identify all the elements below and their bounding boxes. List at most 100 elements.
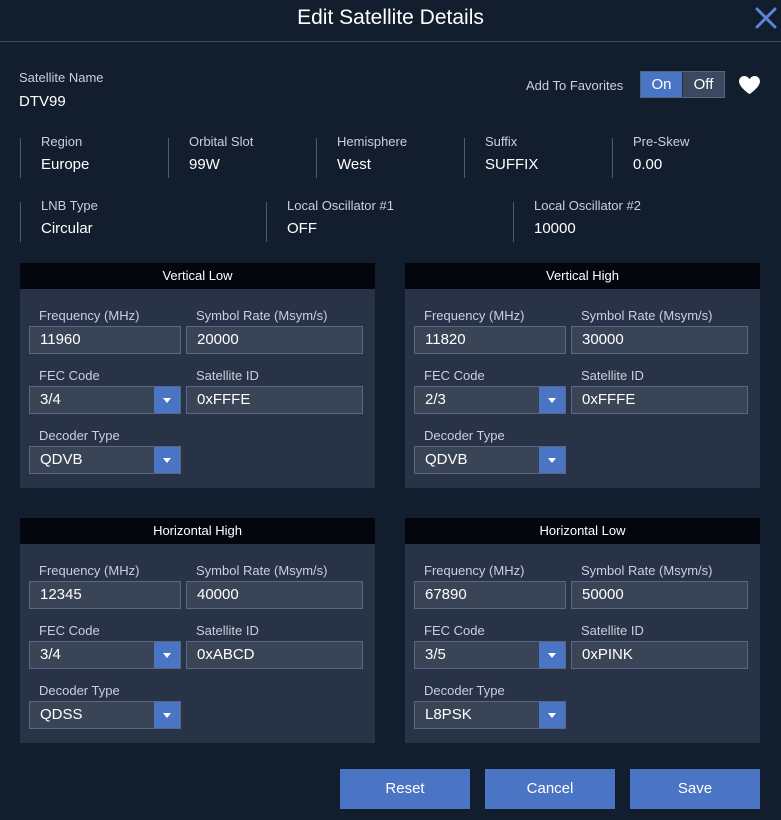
chevron-down-icon [163,458,171,463]
dropdown-button[interactable] [539,642,565,668]
reset-button[interactable]: Reset [340,769,470,809]
decoder-type-select[interactable]: L8PSK [414,701,566,729]
info-hemisphere: Hemisphere West [316,134,407,178]
panel-title: Horizontal Low [405,518,760,544]
local-oscillator-2-value: 10000 [534,220,576,237]
satellite-id-input[interactable]: 0xPINK [571,641,748,669]
satellite-id-input[interactable]: 0xFFFE [571,386,748,414]
suffix-value: SUFFIX [485,156,539,173]
decoder-type-select[interactable]: QDVB [414,446,566,474]
frequency-input[interactable]: 12345 [29,581,181,609]
frequency-label: Frequency (MHz) [424,563,525,578]
satellite-id-label: Satellite ID [581,368,644,383]
panel-vertical-low: Vertical Low Frequency (MHz) Symbol Rate… [20,263,375,488]
chevron-down-icon [548,398,556,403]
chevron-down-icon [548,713,556,718]
symbol-rate-label: Symbol Rate (Msym/s) [581,563,713,578]
dropdown-button[interactable] [154,642,180,668]
dropdown-button[interactable] [539,387,565,413]
decoder-type-select[interactable]: QDVB [29,446,181,474]
decoder-type-label: Decoder Type [424,683,505,698]
frequency-input[interactable]: 67890 [414,581,566,609]
panel-vertical-high: Vertical High Frequency (MHz) Symbol Rat… [405,263,760,488]
decoder-type-value: L8PSK [425,706,472,723]
decoder-type-select[interactable]: QDSS [29,701,181,729]
favorites-toggle[interactable]: On Off [640,71,725,98]
cancel-button[interactable]: Cancel [485,769,615,809]
panel-title: Horizontal High [20,518,375,544]
frequency-label: Frequency (MHz) [39,308,140,323]
favorites-off-button[interactable]: Off [683,72,724,97]
symbol-rate-input[interactable]: 20000 [186,326,363,354]
chevron-down-icon [548,653,556,658]
symbol-rate-label: Symbol Rate (Msym/s) [196,308,328,323]
pre-skew-label: Pre-Skew [633,134,690,149]
pre-skew-value: 0.00 [633,156,663,173]
panel-horizontal-high: Horizontal High Frequency (MHz) Symbol R… [20,518,375,743]
add-to-favorites-label: Add To Favorites [526,78,624,93]
dropdown-button[interactable] [154,447,180,473]
fec-code-label: FEC Code [424,368,485,383]
dropdown-button[interactable] [154,387,180,413]
panel-title: Vertical High [405,263,760,289]
save-button[interactable]: Save [630,769,760,809]
frequency-input[interactable]: 11960 [29,326,181,354]
fec-code-value: 3/4 [40,646,61,663]
decoder-type-value: QDSS [40,706,83,723]
symbol-rate-label: Symbol Rate (Msym/s) [196,563,328,578]
frequency-label: Frequency (MHz) [39,563,140,578]
info-suffix: Suffix SUFFIX [464,134,539,178]
local-oscillator-2-label: Local Oscillator #2 [534,198,641,213]
fec-code-select[interactable]: 2/3 [414,386,566,414]
region-label: Region [41,134,83,149]
frequency-input[interactable]: 11820 [414,326,566,354]
symbol-rate-label: Symbol Rate (Msym/s) [581,308,713,323]
close-icon [755,7,777,29]
dropdown-button[interactable] [539,702,565,728]
decoder-type-value: QDVB [425,451,468,468]
region-value: Europe [41,156,90,173]
decoder-type-label: Decoder Type [39,683,120,698]
satellite-id-label: Satellite ID [581,623,644,638]
local-oscillator-1-value: OFF [287,220,317,237]
hemisphere-value: West [337,156,371,173]
fec-code-label: FEC Code [39,368,100,383]
decoder-type-label: Decoder Type [424,428,505,443]
orbital-slot-label: Orbital Slot [189,134,254,149]
symbol-rate-input[interactable]: 30000 [571,326,748,354]
satellite-name-label: Satellite Name [19,70,104,85]
lnb-type-value: Circular [41,220,93,237]
satellite-id-input[interactable]: 0xABCD [186,641,363,669]
symbol-rate-input[interactable]: 40000 [186,581,363,609]
fec-code-label: FEC Code [39,623,100,638]
decoder-type-value: QDVB [40,451,83,468]
lnb-type-label: LNB Type [41,198,98,213]
close-button[interactable] [752,4,780,32]
fec-code-value: 3/5 [425,646,446,663]
chevron-down-icon [163,653,171,658]
satellite-id-label: Satellite ID [196,368,259,383]
heart-icon[interactable] [738,75,761,95]
frequency-label: Frequency (MHz) [424,308,525,323]
fec-code-select[interactable]: 3/5 [414,641,566,669]
orbital-slot-value: 99W [189,156,220,173]
dialog-title: Edit Satellite Details [297,6,484,29]
satellite-id-input[interactable]: 0xFFFE [186,386,363,414]
favorites-on-button[interactable]: On [641,72,683,97]
dialog-header: Edit Satellite Details [0,0,781,42]
info-local-oscillator-2: Local Oscillator #2 10000 [513,198,641,242]
fec-code-select[interactable]: 3/4 [29,386,181,414]
dropdown-button[interactable] [539,447,565,473]
dropdown-button[interactable] [154,702,180,728]
satellite-id-label: Satellite ID [196,623,259,638]
local-oscillator-1-label: Local Oscillator #1 [287,198,394,213]
symbol-rate-input[interactable]: 50000 [571,581,748,609]
chevron-down-icon [548,458,556,463]
fec-code-label: FEC Code [424,623,485,638]
hemisphere-label: Hemisphere [337,134,408,149]
panel-horizontal-low: Horizontal Low Frequency (MHz) Symbol Ra… [405,518,760,743]
chevron-down-icon [163,713,171,718]
fec-code-select[interactable]: 3/4 [29,641,181,669]
info-local-oscillator-1: Local Oscillator #1 OFF [266,198,394,242]
satellite-name-value: DTV99 [19,93,66,110]
